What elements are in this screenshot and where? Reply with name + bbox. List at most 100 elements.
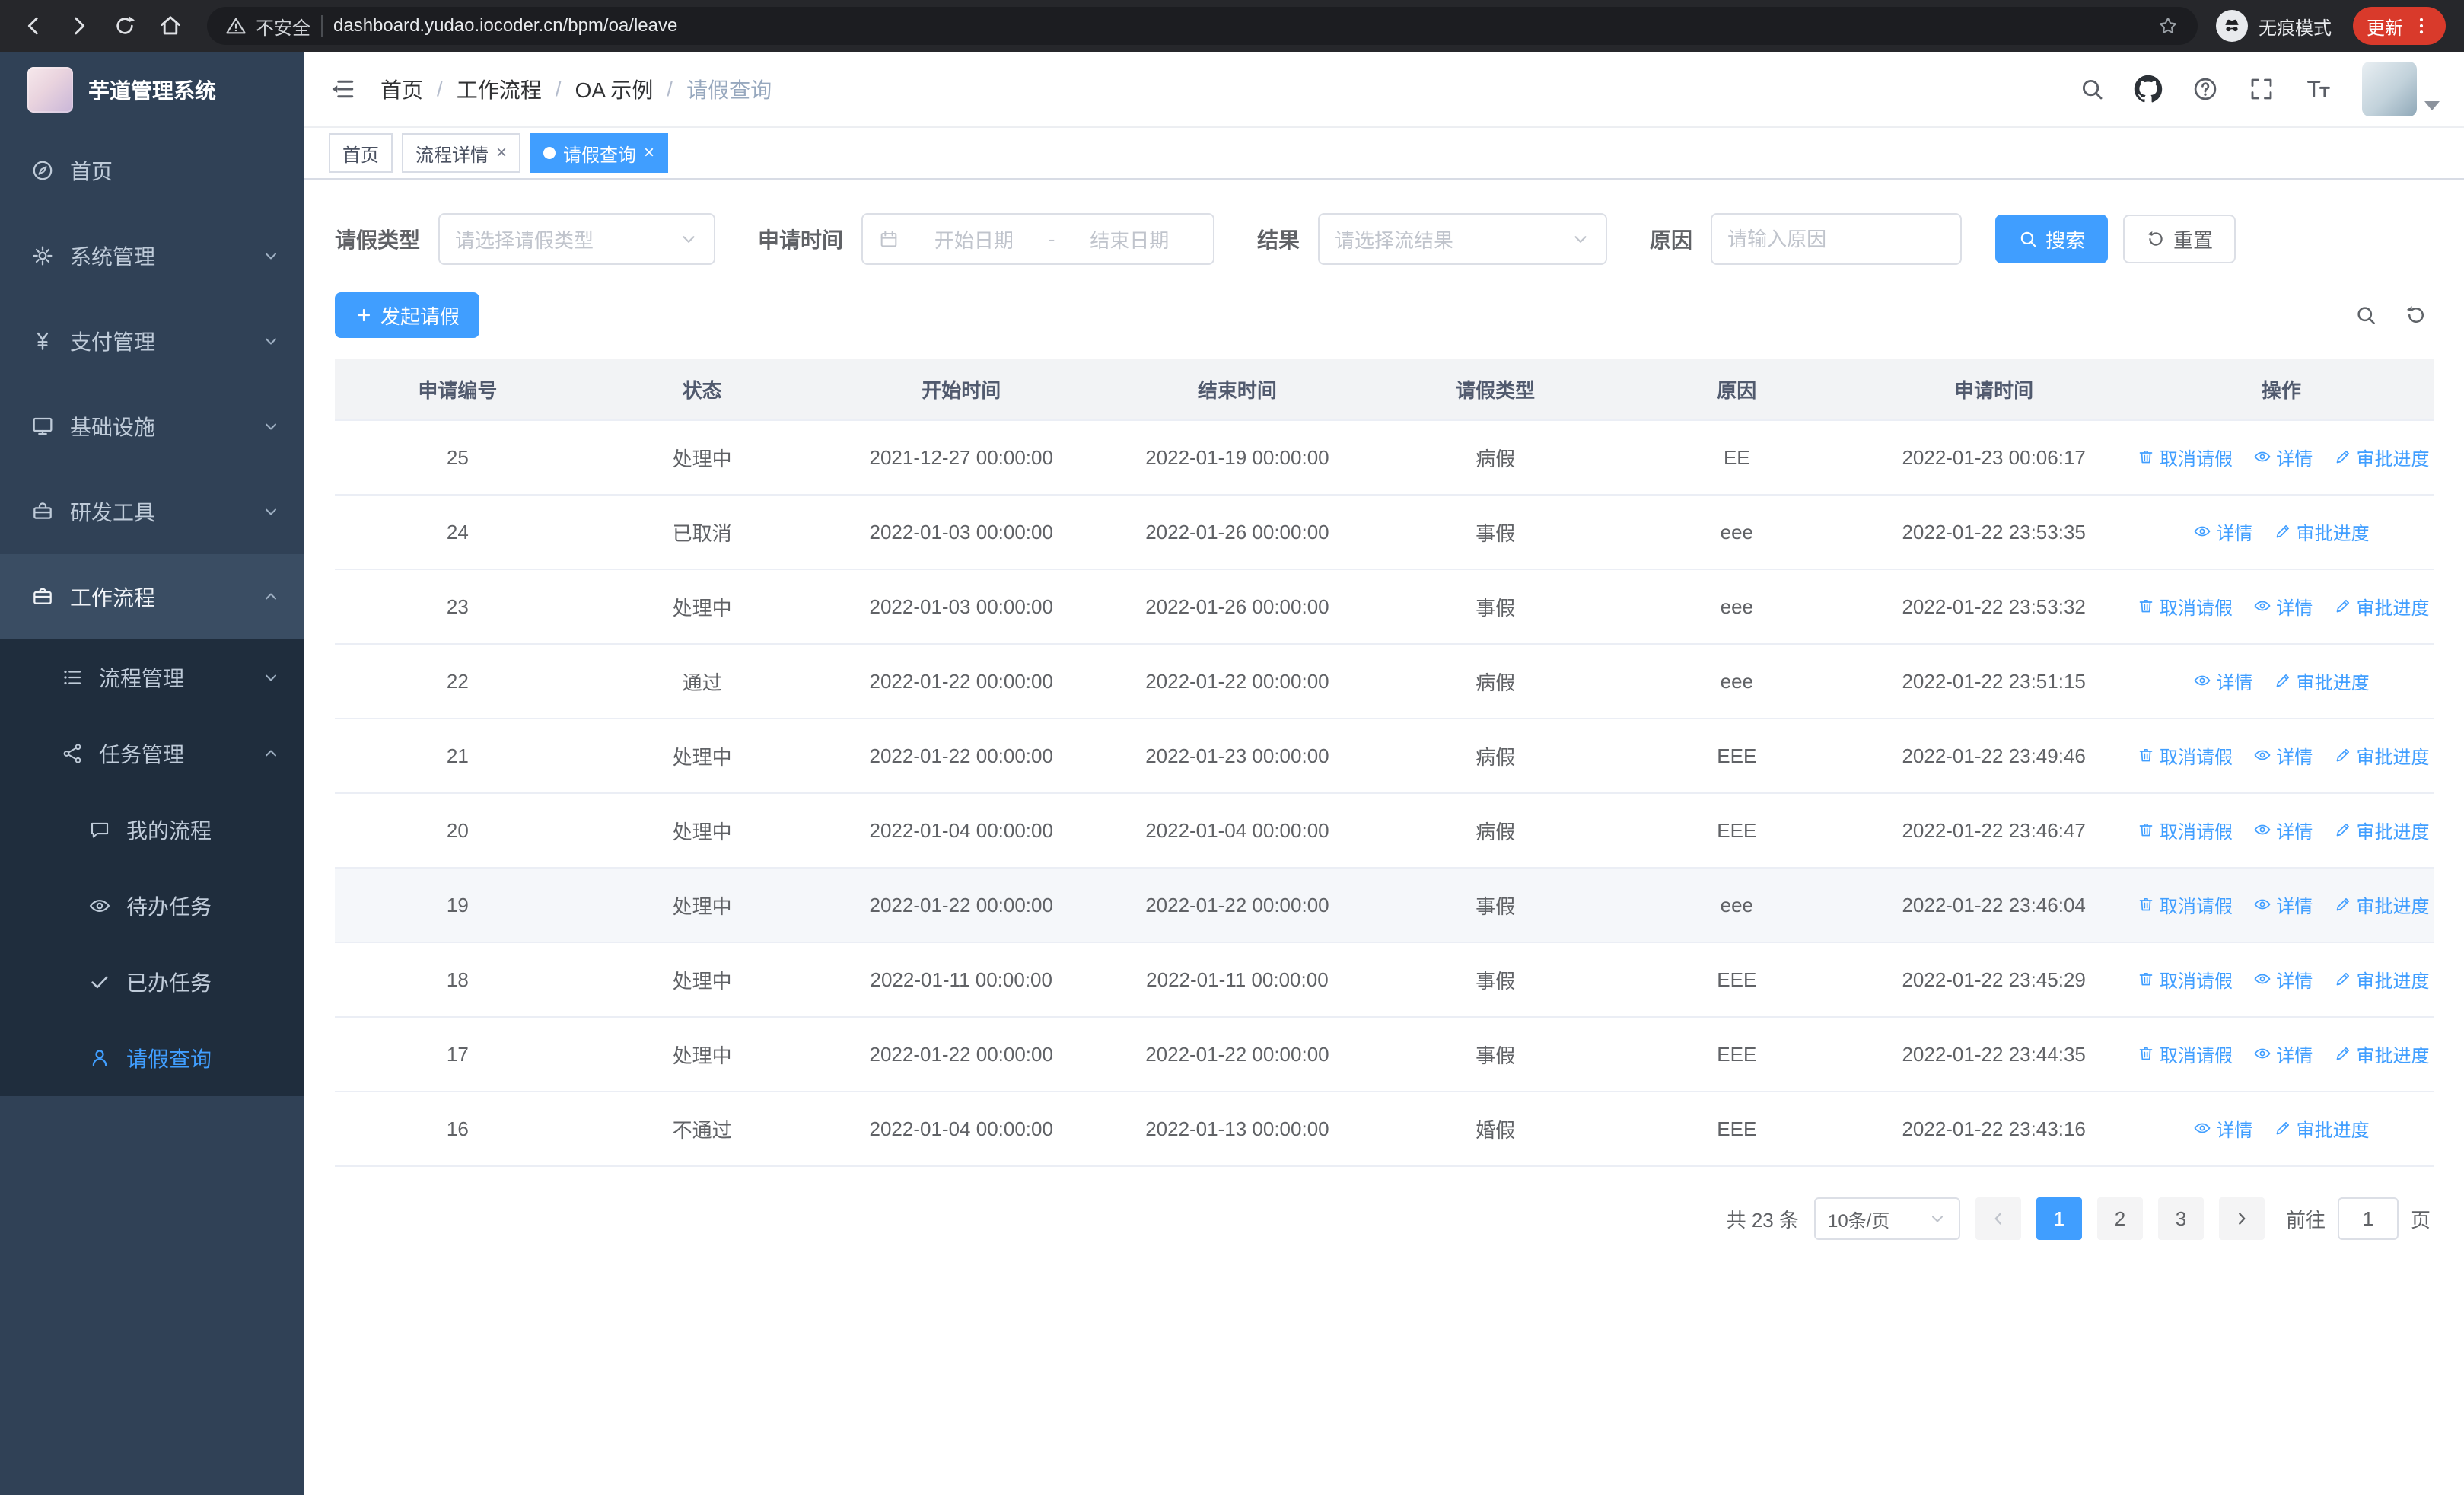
breadcrumb-home[interactable]: 首页 <box>380 74 423 104</box>
sidebar-item-dev-tools[interactable]: 研发工具 <box>0 469 304 554</box>
cancel-leave-link[interactable]: 取消请假 <box>2137 593 2233 620</box>
sidebar-item-infrastructure[interactable]: 基础设施 <box>0 384 304 469</box>
browser-back-button[interactable] <box>12 5 55 47</box>
sidebar-item-system-mgmt[interactable]: 系统管理 <box>0 213 304 298</box>
browser-update-button[interactable]: 更新 <box>2353 7 2446 45</box>
reset-button[interactable]: 重置 <box>2123 215 2236 263</box>
breadcrumb-workflow[interactable]: 工作流程 <box>457 74 542 104</box>
refresh-table-icon[interactable] <box>2405 304 2427 327</box>
sidebar-item-label: 首页 <box>70 160 113 183</box>
app-logo-row[interactable]: 芋道管理系统 <box>0 52 304 128</box>
trash-icon <box>2137 597 2155 615</box>
cell-leave-type: 事假 <box>1375 868 1616 943</box>
detail-link[interactable]: 详情 <box>2253 593 2313 620</box>
detail-link[interactable]: 详情 <box>2253 891 2313 918</box>
page-button-1[interactable]: 1 <box>2036 1197 2082 1240</box>
sidebar-collapse-button[interactable] <box>329 75 356 103</box>
approval-progress-link[interactable]: 审批进度 <box>2334 891 2430 918</box>
page-button-3[interactable]: 3 <box>2157 1197 2204 1240</box>
date-range-picker[interactable]: 开始日期 - 结束日期 <box>861 213 1215 265</box>
sidebar-item-task-mgmt[interactable]: 任务管理 <box>0 716 304 792</box>
sidebar-item-my-processes[interactable]: 我的流程 <box>0 792 304 868</box>
goto-page-input[interactable] <box>2337 1197 2399 1240</box>
sidebar-item-workflow[interactable]: 工作流程 <box>0 554 304 639</box>
create-leave-button[interactable]: 发起请假 <box>335 292 480 338</box>
page-button-2[interactable]: 2 <box>2096 1197 2143 1240</box>
detail-link[interactable]: 详情 <box>2253 817 2313 843</box>
approval-progress-link[interactable]: 审批进度 <box>2334 966 2430 993</box>
approval-progress-link[interactable]: 审批进度 <box>2334 742 2430 769</box>
font-size-icon[interactable] <box>2304 75 2333 104</box>
fullscreen-icon[interactable] <box>2248 75 2275 103</box>
approval-progress-link[interactable]: 审批进度 <box>2334 444 2430 470</box>
cancel-leave-link[interactable]: 取消请假 <box>2137 817 2233 843</box>
cancel-leave-link[interactable]: 取消请假 <box>2137 444 2233 470</box>
tab-process-detail[interactable]: 流程详情 × <box>402 133 521 173</box>
breadcrumb-separator: / <box>667 77 673 100</box>
approval-progress-link[interactable]: 审批进度 <box>2274 518 2370 545</box>
cell-id: 16 <box>335 1092 581 1167</box>
search-button[interactable]: 搜索 <box>1995 215 2109 263</box>
detail-link[interactable]: 详情 <box>2253 1041 2313 1067</box>
briefcase-icon <box>30 585 55 609</box>
toggle-search-icon[interactable] <box>2354 304 2377 327</box>
tab-home[interactable]: 首页 <box>329 133 393 173</box>
cancel-leave-label: 取消请假 <box>2160 598 2233 619</box>
approval-progress-link[interactable]: 审批进度 <box>2274 668 2370 694</box>
approval-progress-link[interactable]: 审批进度 <box>2334 593 2430 620</box>
sidebar-item-label: 任务管理 <box>99 743 185 767</box>
leave-type-select[interactable]: 请选择请假类型 <box>438 213 716 265</box>
close-icon[interactable]: × <box>496 144 507 162</box>
tab-leave-query[interactable]: 请假查询 × <box>530 133 669 173</box>
warning-icon <box>225 15 247 37</box>
breadcrumb-oa-example[interactable]: OA 示例 <box>575 74 654 104</box>
prev-page-button[interactable] <box>1975 1197 2021 1240</box>
sidebar-item-todo-tasks[interactable]: 待办任务 <box>0 868 304 944</box>
pagination: 共 23 条 10条/页 1 2 3 前往 页 <box>335 1197 2434 1240</box>
cancel-leave-link[interactable]: 取消请假 <box>2137 742 2233 769</box>
cell-apply-time: 2022-01-22 23:44:35 <box>1858 1017 2130 1092</box>
sidebar-item-process-mgmt[interactable]: 流程管理 <box>0 639 304 716</box>
sidebar-item-home[interactable]: 首页 <box>0 128 304 213</box>
approval-progress-label: 审批进度 <box>2356 896 2430 917</box>
cell-actions: 详情 审批进度 <box>2129 1092 2434 1167</box>
cancel-leave-link[interactable]: 取消请假 <box>2137 891 2233 918</box>
detail-link[interactable]: 详情 <box>2193 668 2252 694</box>
github-icon[interactable] <box>2134 75 2163 104</box>
detail-link[interactable]: 详情 <box>2253 742 2313 769</box>
close-icon[interactable]: × <box>644 144 654 162</box>
cancel-leave-link[interactable]: 取消请假 <box>2137 966 2233 993</box>
detail-link[interactable]: 详情 <box>2193 518 2252 545</box>
detail-link[interactable]: 详情 <box>2193 1115 2252 1142</box>
table-row: 22 通过 2022-01-22 00:00:00 2022-01-22 00:… <box>335 644 2434 719</box>
detail-link[interactable]: 详情 <box>2253 966 2313 993</box>
header-search-icon[interactable] <box>2079 76 2105 102</box>
approval-progress-label: 审批进度 <box>2356 448 2430 470</box>
approval-progress-link[interactable]: 审批进度 <box>2334 1041 2430 1067</box>
leave-table: 申请编号 状态 开始时间 结束时间 请假类型 原因 申请时间 操作 25 处理中… <box>335 359 2434 1167</box>
help-icon[interactable] <box>2192 75 2219 103</box>
pen-icon <box>2334 448 2352 466</box>
browser-home-button[interactable] <box>149 5 192 47</box>
cancel-leave-link[interactable]: 取消请假 <box>2137 1041 2233 1067</box>
address-bar[interactable]: 不安全 dashboard.yudao.iocoder.cn/bpm/oa/le… <box>207 7 2198 45</box>
detail-label: 详情 <box>2276 896 2313 917</box>
bookmark-star-icon[interactable] <box>2157 14 2179 37</box>
sidebar-item-payment-mgmt[interactable]: 支付管理 <box>0 298 304 384</box>
table-row: 25 处理中 2021-12-27 00:00:00 2022-01-19 00… <box>335 420 2434 496</box>
reason-input[interactable] <box>1711 213 1963 265</box>
security-indicator[interactable]: 不安全 <box>225 13 310 40</box>
approval-progress-link[interactable]: 审批进度 <box>2274 1115 2370 1142</box>
sidebar-item-done-tasks[interactable]: 已办任务 <box>0 944 304 1020</box>
sidebar-item-leave-query[interactable]: 请假查询 <box>0 1020 304 1096</box>
column-header-id: 申请编号 <box>335 359 581 421</box>
cell-reason: eee <box>1615 495 1859 570</box>
result-select[interactable]: 请选择流结果 <box>1318 213 1608 265</box>
detail-link[interactable]: 详情 <box>2253 444 2313 470</box>
browser-forward-button[interactable] <box>58 5 100 47</box>
user-avatar-menu[interactable] <box>2362 62 2440 116</box>
browser-reload-button[interactable] <box>103 5 146 47</box>
next-page-button[interactable] <box>2218 1197 2265 1240</box>
approval-progress-link[interactable]: 审批进度 <box>2334 817 2430 843</box>
page-size-select[interactable]: 10条/页 <box>1813 1197 1960 1240</box>
